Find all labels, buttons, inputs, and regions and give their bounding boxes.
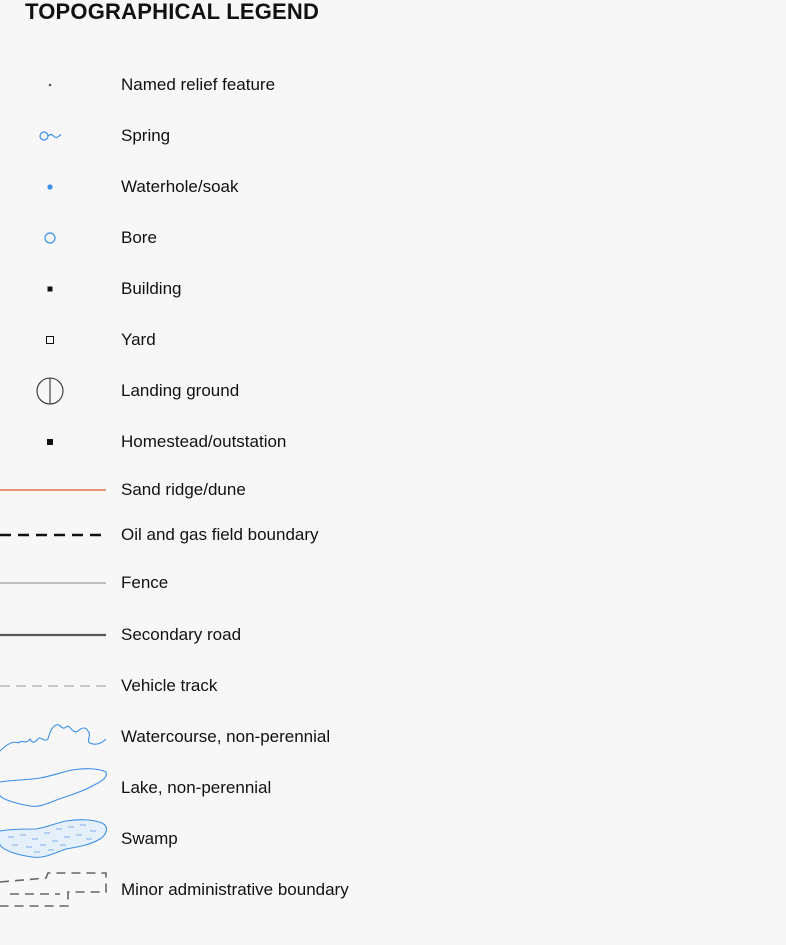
legend-label: Swamp: [121, 829, 178, 848]
swamp-icon: [0, 819, 110, 859]
legend-label: Named relief feature: [121, 75, 276, 94]
admin-boundary-icon: [0, 870, 110, 910]
waterhole-icon: [0, 167, 110, 207]
legend-item-bore: Bore: [0, 218, 786, 258]
legend-label: Homestead/outstation: [121, 432, 287, 451]
legend-item-vehicle-track: Vehicle track: [0, 666, 786, 706]
legend-label: Sand ridge/dune: [121, 480, 246, 499]
legend-label: Watercourse, non-perennial: [121, 727, 331, 746]
sand-ridge-line-icon: [0, 470, 110, 510]
legend-label: Waterhole/soak: [121, 177, 239, 196]
legend-item-watercourse-non-perennial: Watercourse, non-perennial: [0, 717, 786, 757]
secondary-road-line-icon: [0, 615, 110, 655]
legend-title: TOPOGRAPHICAL LEGEND: [25, 0, 320, 24]
legend-item-lake-non-perennial: Lake, non-perennial: [0, 768, 786, 808]
legend-item-fence: Fence: [0, 563, 786, 603]
legend-label: Spring: [121, 126, 171, 145]
legend-item-spring: Spring: [0, 116, 786, 156]
legend-label: Oil and gas field boundary: [121, 525, 319, 544]
legend-item-named-relief-feature: Named relief feature: [0, 65, 786, 105]
legend-item-landing-ground: Landing ground: [0, 371, 786, 411]
legend-label: Bore: [121, 228, 157, 247]
legend-label: Building: [121, 279, 182, 298]
bore-icon: [0, 218, 110, 258]
building-icon: [0, 269, 110, 309]
vehicle-track-line-icon: [0, 666, 110, 706]
homestead-icon: [0, 422, 110, 462]
legend-item-building: Building: [0, 269, 786, 309]
spring-icon: [0, 116, 110, 156]
legend-item-oil-gas-field-boundary: Oil and gas field boundary: [0, 515, 786, 555]
legend-item-sand-ridge-dune: Sand ridge/dune: [0, 470, 786, 510]
landing-ground-icon: [0, 371, 110, 411]
legend-item-swamp: Swamp: [0, 819, 786, 859]
lake-icon: [0, 768, 110, 808]
watercourse-icon: [0, 717, 110, 757]
legend-label: Landing ground: [121, 381, 240, 400]
relief-point-icon: [0, 65, 110, 105]
legend-label: Fence: [121, 573, 169, 592]
fence-line-icon: [0, 563, 110, 603]
legend-item-waterhole-soak: Waterhole/soak: [0, 167, 786, 207]
legend-item-secondary-road: Secondary road: [0, 615, 786, 655]
legend-item-yard: Yard: [0, 320, 786, 360]
legend-item-minor-administrative-boundary: Minor administrative boundary: [0, 870, 786, 910]
legend-label: Vehicle track: [121, 676, 218, 695]
legend-label: Minor administrative boundary: [121, 880, 349, 899]
oil-gas-boundary-line-icon: [0, 515, 110, 555]
yard-icon: [0, 320, 110, 360]
legend-item-homestead-outstation: Homestead/outstation: [0, 422, 786, 462]
legend-label: Yard: [121, 330, 156, 349]
legend-label: Secondary road: [121, 625, 242, 644]
legend-label: Lake, non-perennial: [121, 778, 272, 797]
